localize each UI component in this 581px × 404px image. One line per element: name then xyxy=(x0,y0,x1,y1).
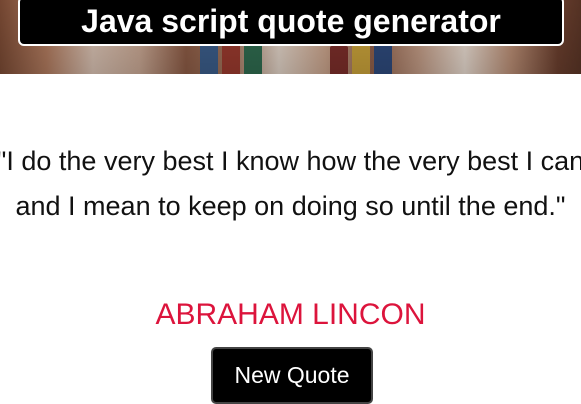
quote-text: "I do the very best I know how the very … xyxy=(0,146,581,221)
page-title-box: Java script quote generator xyxy=(18,0,564,46)
book-spine-decoration xyxy=(330,46,348,74)
book-spine-decoration xyxy=(374,42,392,74)
quote-generator-page: Java script quote generator "I do the ve… xyxy=(0,0,581,404)
book-spine-decoration xyxy=(222,44,240,74)
new-quote-button[interactable]: New Quote xyxy=(211,347,373,404)
quote-author: ABRAHAM LINCON xyxy=(155,298,426,331)
page-title: Java script quote generator xyxy=(81,3,501,39)
